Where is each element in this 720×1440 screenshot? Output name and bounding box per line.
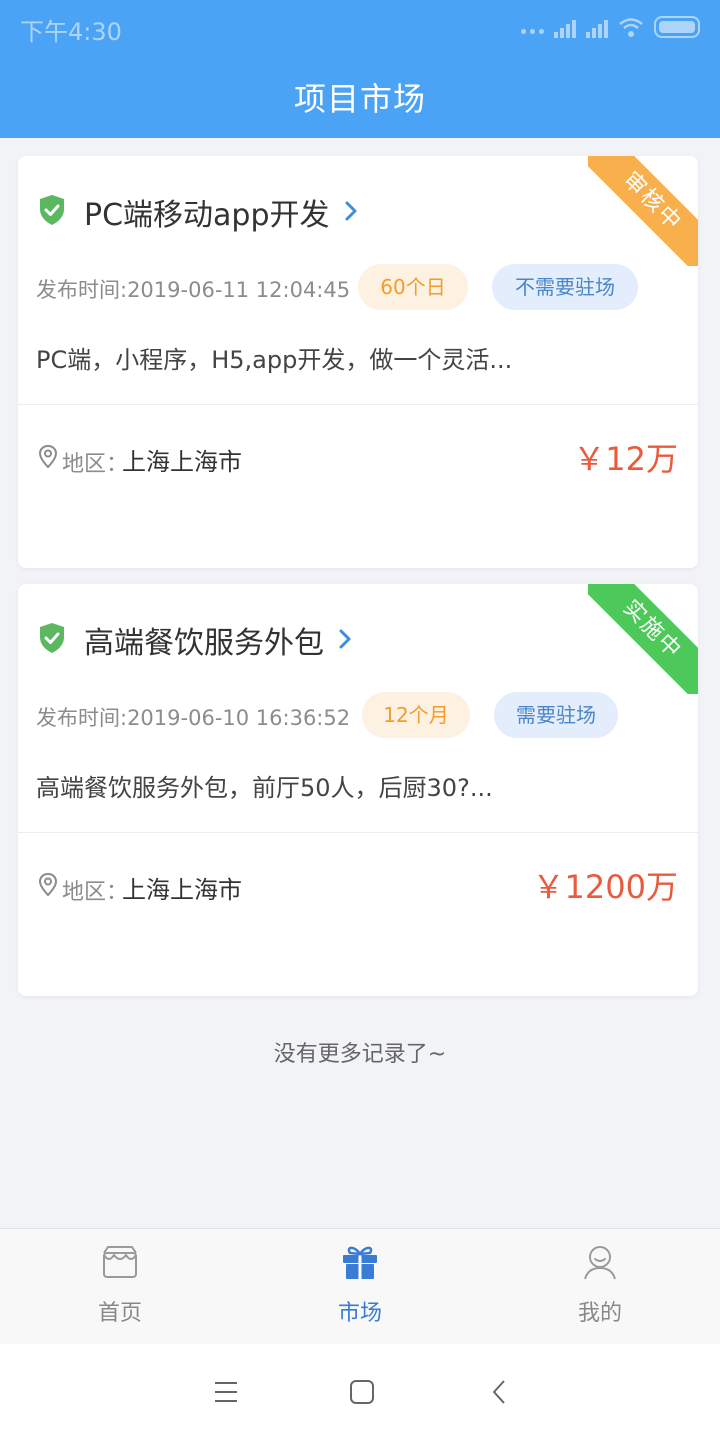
home-square-icon[interactable] [348,1378,376,1406]
tab-label: 我的 [577,1301,622,1326]
divider [18,832,698,833]
status-bar: 下午4:30 [0,0,720,52]
tab-label: 市场 [337,1301,382,1326]
tab-market[interactable]: 市场 [240,1229,480,1345]
duration-badge: 60个日 [358,264,468,310]
status-time: 下午4:30 [20,18,122,46]
tab-label: 首页 [97,1301,142,1326]
signal-strength-icon-2 [586,20,608,38]
user-icon [584,1246,616,1280]
status-ribbon: 实施中 [588,584,698,694]
publish-time: 发布时间:2019-06-10 16:36:52 [36,706,351,730]
tab-mine[interactable]: 我的 [480,1229,720,1345]
location-pin-icon [38,444,58,469]
region-value: 上海上海市 [122,448,242,476]
project-title[interactable]: PC端移动app开发 [84,190,330,234]
publish-time: 发布时间:2019-06-11 12:04:45 [36,278,351,302]
wifi-icon [619,18,643,37]
onsite-badge: 需要驻场 [494,692,618,738]
project-card[interactable]: PC端移动app开发 审核中 发布时间:2019-06-11 12:04:45 … [18,156,698,568]
app-header: 项目市场 [0,52,720,138]
region-label: 地区： [62,452,129,477]
tab-home[interactable]: 首页 [0,1229,240,1345]
divider [18,404,698,405]
chevron-right-icon[interactable] [338,628,352,650]
status-icons [521,14,700,38]
battery-icon [654,16,700,38]
verified-shield-icon [40,623,64,653]
system-nav-bar [0,1344,720,1440]
project-price: ￥12万 [573,440,678,478]
duration-badge: 12个月 [362,692,470,738]
region-value: 上海上海市 [122,876,242,904]
back-icon[interactable] [486,1378,514,1406]
no-more-records: 没有更多记录了~ [273,1042,447,1067]
project-title[interactable]: 高端餐饮服务外包 [84,618,324,662]
page-title: 项目市场 [293,80,426,118]
bottom-tab-bar: 首页 市场 我的 [0,1228,720,1344]
project-description: 高端餐饮服务外包，前厅50人，后厨30?... [36,774,493,802]
signal-strength-icon [554,20,576,38]
location-pin-icon [38,872,58,897]
signal-dots-icon [521,29,544,34]
project-description: PC端，小程序，H5,app开发，做一个灵活... [36,346,513,374]
onsite-badge: 不需要驻场 [492,264,638,310]
status-ribbon-label: 审核中 [588,156,698,266]
gift-icon [343,1246,377,1279]
status-ribbon-label: 实施中 [588,584,698,694]
chevron-right-icon[interactable] [344,200,358,222]
project-card[interactable]: 高端餐饮服务外包 实施中 发布时间:2019-06-10 16:36:52 12… [18,584,698,996]
storefront-icon [103,1246,137,1278]
verified-shield-icon [40,195,64,225]
project-price: ￥1200万 [532,868,678,906]
region-label: 地区： [62,880,129,905]
menu-icon[interactable] [212,1378,240,1406]
status-ribbon: 审核中 [588,156,698,266]
